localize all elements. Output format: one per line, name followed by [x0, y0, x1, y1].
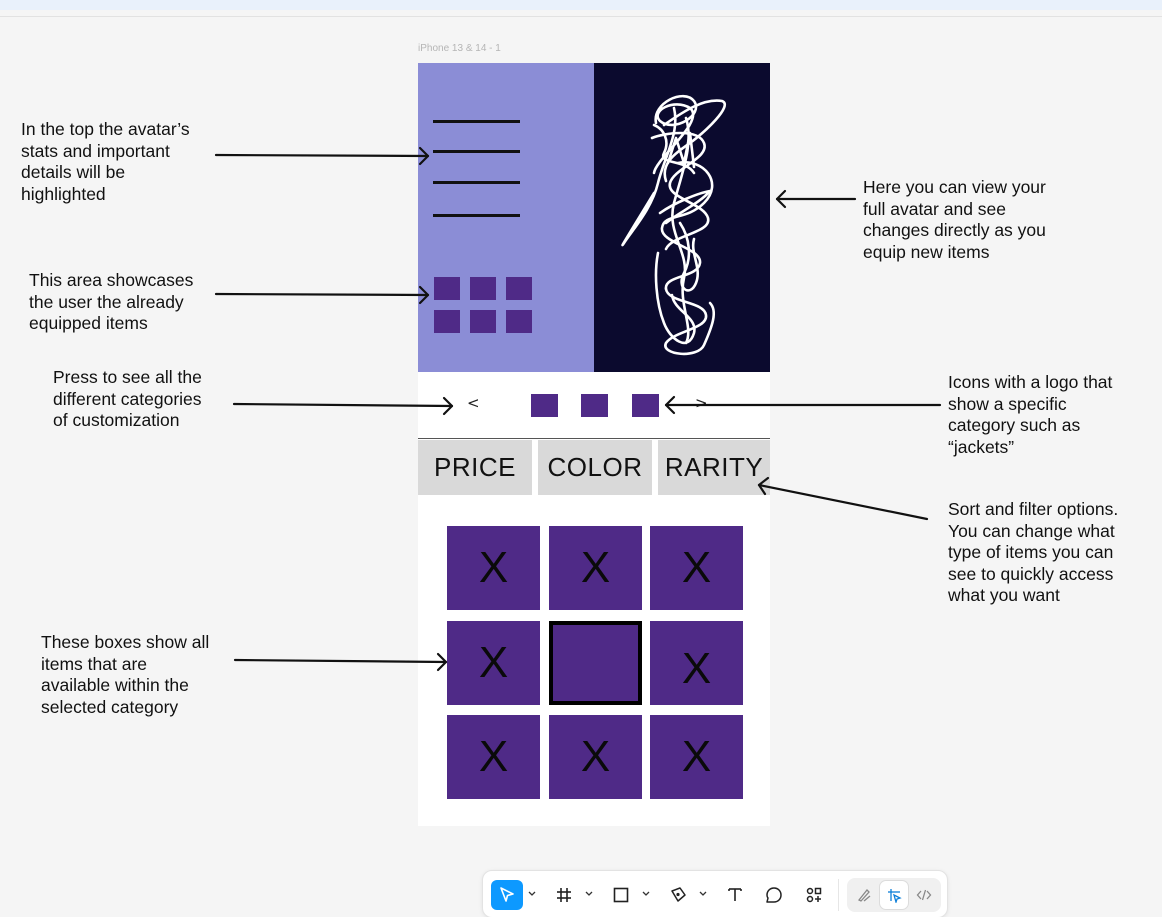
- actions-icon: [806, 887, 822, 903]
- chevron-down-icon[interactable]: [584, 889, 594, 899]
- frame-tool-button[interactable]: [549, 880, 579, 910]
- arrow-items[interactable]: [233, 652, 448, 672]
- dev-mode-button[interactable]: [910, 881, 938, 909]
- pen-tool-icon: [671, 887, 686, 902]
- arrow-equipped[interactable]: [214, 285, 430, 305]
- arrow-categories[interactable]: [232, 396, 454, 416]
- rectangle-tool-icon: [613, 887, 629, 903]
- arrow-stats[interactable]: [214, 146, 430, 166]
- rectangle-tool-button[interactable]: [606, 880, 636, 910]
- frame-tool-icon: [557, 888, 571, 902]
- actions-button[interactable]: [799, 880, 829, 910]
- design-mode-icon: [888, 889, 902, 903]
- dev-mode-icon: [916, 889, 932, 901]
- chevron-down-icon[interactable]: [527, 889, 537, 899]
- move-tool-icon: [500, 887, 514, 902]
- arrow-avatar[interactable]: [775, 189, 857, 209]
- comment-tool-icon: [766, 887, 782, 903]
- design-toolbar: [482, 870, 948, 917]
- mode-switcher: [847, 878, 941, 912]
- comment-tool-button[interactable]: [759, 880, 789, 910]
- move-tool-button[interactable]: [491, 880, 523, 910]
- toolbar-divider: [838, 879, 839, 911]
- text-tool-button[interactable]: [720, 880, 750, 910]
- chevron-down-icon[interactable]: [698, 889, 708, 899]
- chevron-down-icon[interactable]: [641, 889, 651, 899]
- arrow-filters[interactable]: [757, 476, 929, 521]
- annotation-arrows: [214, 146, 942, 672]
- arrow-icons[interactable]: [664, 395, 942, 415]
- draw-mode-icon: [857, 889, 871, 902]
- design-mode-button[interactable]: [880, 881, 908, 909]
- pen-tool-button[interactable]: [663, 880, 693, 910]
- draw-mode-button[interactable]: [850, 881, 878, 909]
- text-tool-icon: [728, 888, 742, 901]
